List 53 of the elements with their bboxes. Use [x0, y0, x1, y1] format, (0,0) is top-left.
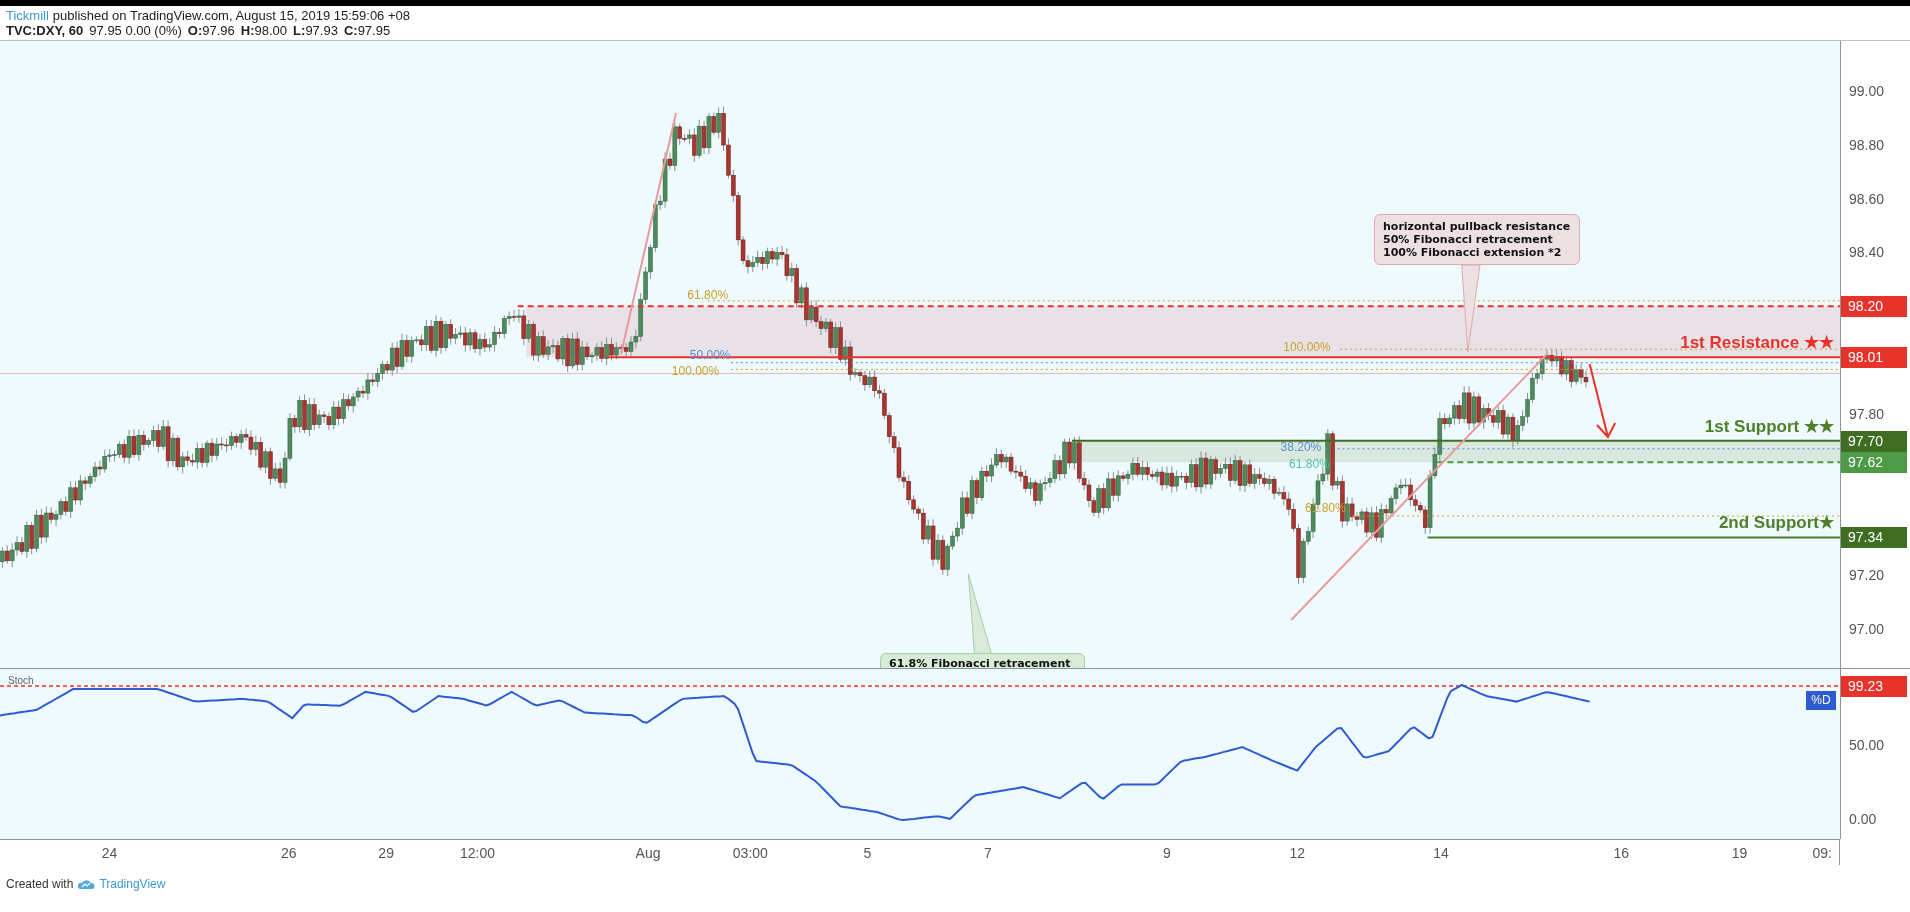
level-label: 1st Support ★★ — [1704, 417, 1834, 437]
price-badge: 97.62 — [1841, 452, 1907, 473]
axis-label: 0.00 — [1849, 810, 1877, 828]
time-label: Aug — [635, 845, 661, 861]
series-badge: %D — [1806, 691, 1836, 710]
ohlc-value: H:98.00 — [240, 23, 288, 38]
time-label: 29 — [378, 845, 394, 861]
price-badge: 99.23 — [1841, 676, 1907, 697]
axis-label: 50.00 — [1849, 736, 1885, 754]
time-label: 24 — [101, 845, 118, 861]
ohlc-value: C:97.95 — [343, 23, 391, 38]
time-label: 03:00 — [732, 845, 768, 861]
brand-link[interactable]: TradingView — [99, 877, 166, 891]
ohlc-value: O:97.96 — [187, 23, 235, 38]
price-badge: 97.34 — [1841, 527, 1907, 548]
ohlc-value: L:97.93 — [293, 23, 338, 38]
fib-level-label: 100.00% — [671, 364, 720, 378]
fib-level-label: 61.80% — [687, 288, 729, 302]
callout-text: 61.8% Fibonacci retracement — [889, 657, 1072, 668]
axis-label: 98.60 — [1849, 190, 1885, 208]
time-label: 14 — [1433, 845, 1449, 861]
symbol-label: TVC:DXY, 60 — [6, 23, 84, 38]
cloud-logo-icon — [77, 878, 96, 890]
axis-label: 98.80 — [1849, 136, 1885, 154]
axis-label: 99.00 — [1849, 82, 1885, 100]
price-badge: 98.20 — [1841, 296, 1907, 317]
fib-level-label: 38.20% — [1280, 440, 1322, 454]
axis-label: 97.80 — [1849, 405, 1885, 423]
level-label: 2nd Support★ — [1718, 513, 1834, 533]
axis-label: 97.00 — [1849, 620, 1885, 638]
time-label: 19 — [1731, 845, 1748, 861]
price-badge: 97.70 — [1841, 431, 1907, 452]
time-label: 9 — [1163, 845, 1171, 861]
time-label: 26 — [280, 845, 297, 861]
time-label: 09: — [1812, 845, 1832, 861]
published-info: published on TradingView.com, August 15, 2019 15:59:06 +08 — [52, 8, 410, 23]
time-label: 16 — [1613, 845, 1630, 861]
time-label: 12:00 — [460, 845, 495, 861]
time-label: 5 — [863, 845, 872, 861]
publisher-link[interactable]: Tickmill — [6, 8, 49, 23]
callout-text: 50% Fibonacci retracement — [1383, 233, 1554, 246]
callout-text: horizontal pullback resistance — [1383, 220, 1571, 233]
axis-label: 98.40 — [1849, 243, 1885, 261]
time-label: 7 — [984, 845, 992, 861]
level-label: 1st Resistance ★★ — [1680, 333, 1834, 353]
indicator-title: Stoch — [8, 675, 34, 687]
callout-text: 100% Fibonacci extension *2 — [1383, 246, 1563, 259]
time-label: 12 — [1289, 845, 1306, 861]
quote-value: 97.95 0.00 (0%) — [89, 23, 182, 38]
footer-text: Created with — [6, 877, 74, 891]
fib-level-label: 100.00% — [1283, 340, 1331, 354]
price-badge: 98.01 — [1841, 347, 1907, 368]
axis-label: 97.20 — [1849, 566, 1885, 584]
